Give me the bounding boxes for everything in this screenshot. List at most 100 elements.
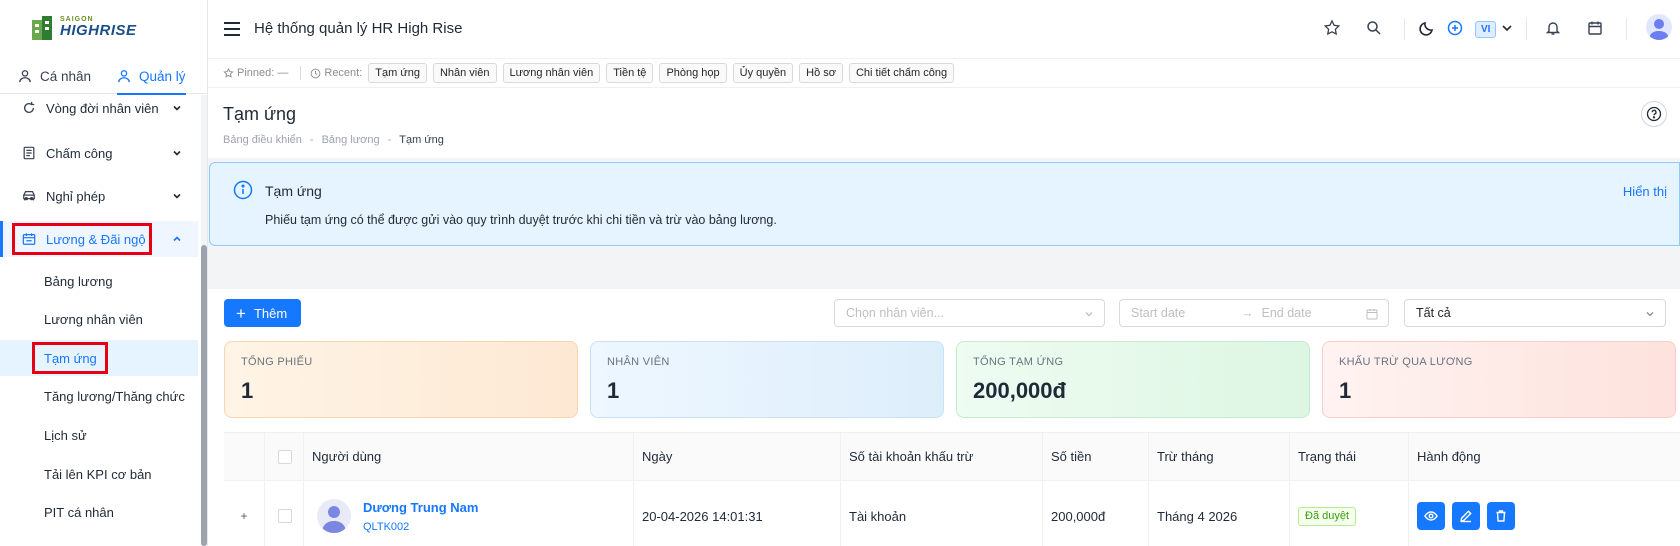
td-deduction-account: Tài khoản (841, 481, 1043, 546)
arrow-right-icon: → (1241, 306, 1254, 320)
hamburger-menu-icon[interactable] (224, 22, 240, 36)
breadcrumb-item-dashboard[interactable]: Bảng điều khiển (223, 134, 302, 146)
sidebar-item-label: Nghỉ phép (46, 188, 106, 204)
select-all-checkbox[interactable] (278, 449, 292, 464)
mode-tabs: Cá nhân Quản lý (0, 58, 207, 95)
th-amount[interactable]: Số tiền (1043, 433, 1149, 480)
sidebar-item-timekeeping[interactable]: Chấm công (0, 135, 198, 171)
recent-label: Recent: (324, 67, 363, 79)
recent-chip[interactable]: Chi tiết chấm công (848, 63, 955, 83)
th-deduction-account[interactable]: Số tài khoản khấu trừ (841, 433, 1043, 480)
th-select (265, 433, 304, 480)
edit-button[interactable] (1452, 502, 1480, 530)
user-avatar[interactable] (1646, 14, 1672, 40)
status-select-value: Tất cả (1416, 306, 1451, 320)
user-name-link[interactable]: Dương Trung Nam (363, 500, 478, 515)
breadcrumb-separator: - (309, 134, 314, 146)
chevron-up-icon (173, 236, 181, 242)
sidebar-item-label: Chấm công (46, 145, 113, 161)
add-button[interactable]: + Thêm (224, 299, 302, 327)
recent-chip[interactable]: Phòng họp (659, 63, 727, 83)
stat-card-total-advance: TỔNG TẠM ỨNG 200,000đ (956, 341, 1310, 418)
sidebar-subitem-history[interactable]: Lịch sử (0, 417, 198, 453)
chevron-down-icon (1646, 312, 1654, 317)
breadcrumb-separator: - (387, 134, 392, 146)
main-content: + Thêm Chọn nhân viên... Start date → En… (208, 289, 1680, 546)
recent-chip[interactable]: Tạm ứng (368, 63, 427, 83)
expand-row-button[interactable]: + (237, 509, 251, 523)
view-button[interactable] (1417, 502, 1445, 530)
sidebar-subitem-raise-promotion[interactable]: Tăng lương/Thăng chức (0, 378, 198, 414)
sidebar-subitem-advance[interactable]: Tạm ứng (0, 340, 198, 376)
chevron-down-icon[interactable] (1501, 19, 1513, 37)
breadcrumb-item-current: Tạm ứng (399, 134, 444, 146)
logo[interactable]: SAIGON HIGHRISE (30, 12, 140, 42)
sidebar-item-payroll-benefits[interactable]: Lương & Đãi ngộ (0, 221, 198, 257)
sidebar-scrollbar[interactable] (201, 245, 207, 546)
pinned-value: — (277, 67, 289, 79)
tab-manage[interactable]: Quản lý (117, 58, 186, 95)
status-badge: Đã duyệt (1298, 506, 1357, 526)
help-button[interactable] (1641, 101, 1667, 127)
sidebar-item-label: Vòng đời nhân viên (46, 100, 159, 116)
document-icon (23, 146, 35, 160)
pinned-label-group: Pinned: — (223, 67, 288, 79)
info-icon (233, 180, 253, 200)
sidebar-item-employee-lifecycle[interactable]: Vòng đời nhân viên (0, 90, 198, 126)
tab-manage-label: Quản lý (139, 68, 186, 84)
sidebar-subitem-employee-salary[interactable]: Lương nhân viên (0, 301, 198, 337)
moon-icon[interactable] (1418, 19, 1436, 37)
tab-personal[interactable]: Cá nhân (18, 58, 91, 94)
chevron-down-icon (1085, 312, 1093, 317)
tab-personal-label: Cá nhân (40, 68, 92, 84)
recent-chip[interactable]: Lương nhân viên (502, 63, 601, 83)
th-actions: Hành động (1417, 449, 1481, 464)
star-icon[interactable] (1323, 19, 1341, 37)
user-icon (118, 70, 130, 83)
question-circle-icon (1646, 106, 1662, 122)
top-header: Hệ thống quản lý HR High Rise VI (208, 0, 1680, 58)
row-checkbox[interactable] (278, 509, 292, 523)
trash-icon (1496, 510, 1506, 522)
recent-bar: Pinned: — Recent: Tạm ứng Nhân viên Lươn… (208, 58, 1680, 88)
recent-chip[interactable]: Nhân viên (432, 63, 497, 83)
plus-icon: + (236, 303, 246, 323)
chevron-down-icon (173, 193, 181, 199)
sidebar-item-leave[interactable]: Nghỉ phép (0, 178, 198, 214)
th-date[interactable]: Ngày (634, 433, 841, 480)
language-selector[interactable]: VI (1475, 21, 1497, 38)
page-title: Tạm ứng (223, 104, 297, 124)
status-select[interactable]: Tất cả (1404, 299, 1666, 327)
stat-label: KHẤU TRỪ QUA LƯƠNG (1339, 356, 1473, 368)
header-divider (1404, 18, 1405, 40)
sidebar-subitem-label: Bảng lương (44, 273, 113, 289)
sidebar-subitem-label: Tải lên KPI cơ bản (44, 466, 152, 482)
delete-button[interactable] (1487, 502, 1515, 530)
calendar-icon[interactable] (1586, 19, 1604, 37)
th-status[interactable]: Trạng thái (1290, 433, 1409, 480)
logo-mark-icon (30, 14, 56, 40)
date-range-picker[interactable]: Start date → End date (1119, 299, 1389, 327)
th-user[interactable]: Người dùng (304, 433, 634, 480)
th-deduct-month[interactable]: Trừ tháng (1149, 433, 1290, 480)
pinned-label: Pinned: (237, 67, 275, 79)
employee-select[interactable]: Chọn nhân viên... (834, 299, 1105, 327)
sidebar-subitem-kpi-upload[interactable]: Tải lên KPI cơ bản (0, 456, 198, 492)
add-circle-icon[interactable] (1446, 19, 1464, 37)
user-code: QLTK002 (363, 520, 410, 533)
car-icon (23, 191, 35, 201)
recent-chip[interactable]: Ủy quyền (732, 63, 794, 83)
search-icon[interactable] (1365, 19, 1383, 37)
sidebar-subitem-pit[interactable]: PIT cá nhân (0, 494, 198, 530)
sidebar-subitem-payroll[interactable]: Bảng lương (0, 263, 198, 299)
calendar-icon (1366, 309, 1378, 320)
recent-chip[interactable]: Hồ sơ (799, 63, 843, 83)
info-show-link[interactable]: Hiển thị (1623, 184, 1667, 199)
recent-divider (300, 66, 302, 80)
chevron-down-icon (173, 150, 181, 156)
bell-icon[interactable] (1544, 19, 1562, 37)
recent-chip[interactable]: Tiền tệ (606, 63, 654, 83)
breadcrumb-item-payroll[interactable]: Bảng lương (322, 134, 380, 146)
app-title: Hệ thống quản lý HR High Rise (254, 20, 463, 37)
avatar (317, 499, 351, 533)
